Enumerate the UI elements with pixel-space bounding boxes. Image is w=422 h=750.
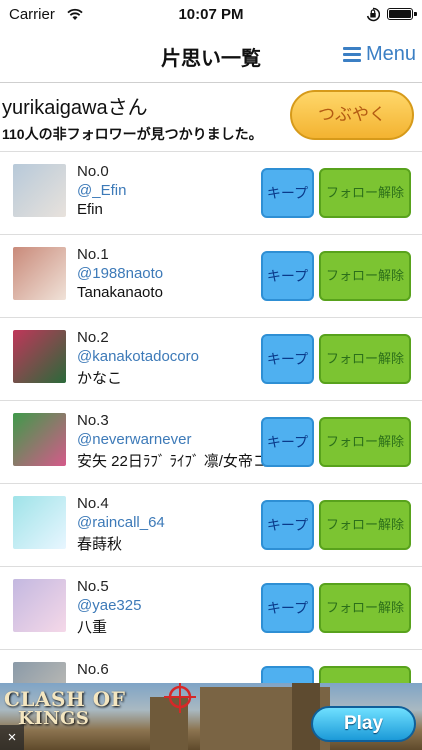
- avatar: [13, 413, 66, 466]
- unfollow-button[interactable]: フォロー解除: [319, 168, 411, 218]
- list-item[interactable]: No.2 @kanakotadocoro かなこ キープ フォロー解除: [0, 317, 422, 400]
- menu-button[interactable]: Menu: [342, 43, 416, 66]
- unfollow-button[interactable]: フォロー解除: [319, 334, 411, 384]
- non-follower-summary: 110人の非フォロワーが見つかりました。: [2, 126, 263, 142]
- username: yurikaigawaさん: [2, 97, 148, 119]
- status-bar: Carrier 10:07 PM: [0, 0, 422, 30]
- list-item[interactable]: No.1 @1988naoto Tanakanaoto キープ フォロー解除: [0, 234, 422, 317]
- list-item-name: 春蒔秋: [77, 536, 123, 553]
- list-item[interactable]: No.0 @_Efin Efin キープ フォロー解除: [0, 151, 422, 234]
- list-item[interactable]: No.5 @yae325 八重 キープ フォロー解除: [0, 566, 422, 649]
- tweet-button[interactable]: つぶやく: [290, 90, 414, 140]
- battery-icon: [387, 8, 417, 20]
- avatar: [13, 247, 66, 300]
- keep-button[interactable]: キープ: [261, 334, 314, 384]
- list-item-name: Tanakanaoto: [77, 284, 163, 301]
- list-item-number: No.1: [77, 246, 109, 263]
- list-item-name: Efin: [77, 201, 103, 218]
- unfollow-button[interactable]: フォロー解除: [319, 417, 411, 467]
- crosshair-icon: [164, 683, 196, 713]
- avatar: [13, 496, 66, 549]
- avatar: [13, 579, 66, 632]
- clock: 10:07 PM: [178, 6, 244, 23]
- list-item-handle[interactable]: @1988naoto: [77, 265, 163, 282]
- list-item-number: No.6: [77, 661, 109, 678]
- list-item-name: 安矢 22日ﾗﾌﾞ ﾗｲﾌﾞ 凛/女帝コ: [77, 453, 268, 470]
- list-item[interactable]: No.4 @raincall_64 春蒔秋 キープ フォロー解除: [0, 483, 422, 566]
- unfollow-button[interactable]: フォロー解除: [319, 251, 411, 301]
- list-item-number: No.3: [77, 412, 109, 429]
- keep-button[interactable]: キープ: [261, 251, 314, 301]
- list-item-number: No.5: [77, 578, 109, 595]
- keep-button[interactable]: キープ: [261, 583, 314, 633]
- close-icon[interactable]: ×: [0, 725, 24, 750]
- unfollow-button[interactable]: フォロー解除: [319, 500, 411, 550]
- hamburger-icon: [342, 46, 361, 63]
- account-header: yurikaigawaさん 110人の非フォロワーが見つかりました。 つぶやく: [0, 83, 422, 151]
- ad-logo-line2: KINGS: [18, 708, 90, 729]
- list-item[interactable]: No.3 @neverwarnever 安矢 22日ﾗﾌﾞ ﾗｲﾌﾞ 凛/女帝コ…: [0, 400, 422, 483]
- keep-button[interactable]: キープ: [261, 500, 314, 550]
- list-item-number: No.2: [77, 329, 109, 346]
- list-item-number: No.0: [77, 163, 109, 180]
- keep-button[interactable]: キープ: [261, 417, 314, 467]
- non-follower-list: No.0 @_Efin Efin キープ フォロー解除 No.1 @1988na…: [0, 151, 422, 732]
- list-item-handle[interactable]: @raincall_64: [77, 514, 165, 531]
- avatar: [13, 330, 66, 383]
- list-item-handle[interactable]: @_Efin: [77, 182, 126, 199]
- lock-rotation-icon: [366, 7, 380, 22]
- list-item-handle[interactable]: @yae325: [77, 597, 141, 614]
- list-item-handle[interactable]: @neverwarnever: [77, 431, 191, 448]
- list-item-handle[interactable]: @kanakotadocoro: [77, 348, 199, 365]
- list-item-name: 八重: [77, 619, 108, 636]
- list-item-name: かなこ: [77, 370, 123, 387]
- menu-label: Menu: [365, 43, 416, 65]
- unfollow-button[interactable]: フォロー解除: [319, 583, 411, 633]
- ad-play-button[interactable]: Play: [311, 706, 416, 742]
- ad-logo: CLASH OF KINGS: [4, 689, 125, 729]
- navigation-bar: 片思い一覧 Menu: [0, 30, 422, 83]
- keep-button[interactable]: キープ: [261, 168, 314, 218]
- avatar: [13, 164, 66, 217]
- list-item-number: No.4: [77, 495, 109, 512]
- ad-banner[interactable]: CLASH OF KINGS Play ×: [0, 683, 422, 750]
